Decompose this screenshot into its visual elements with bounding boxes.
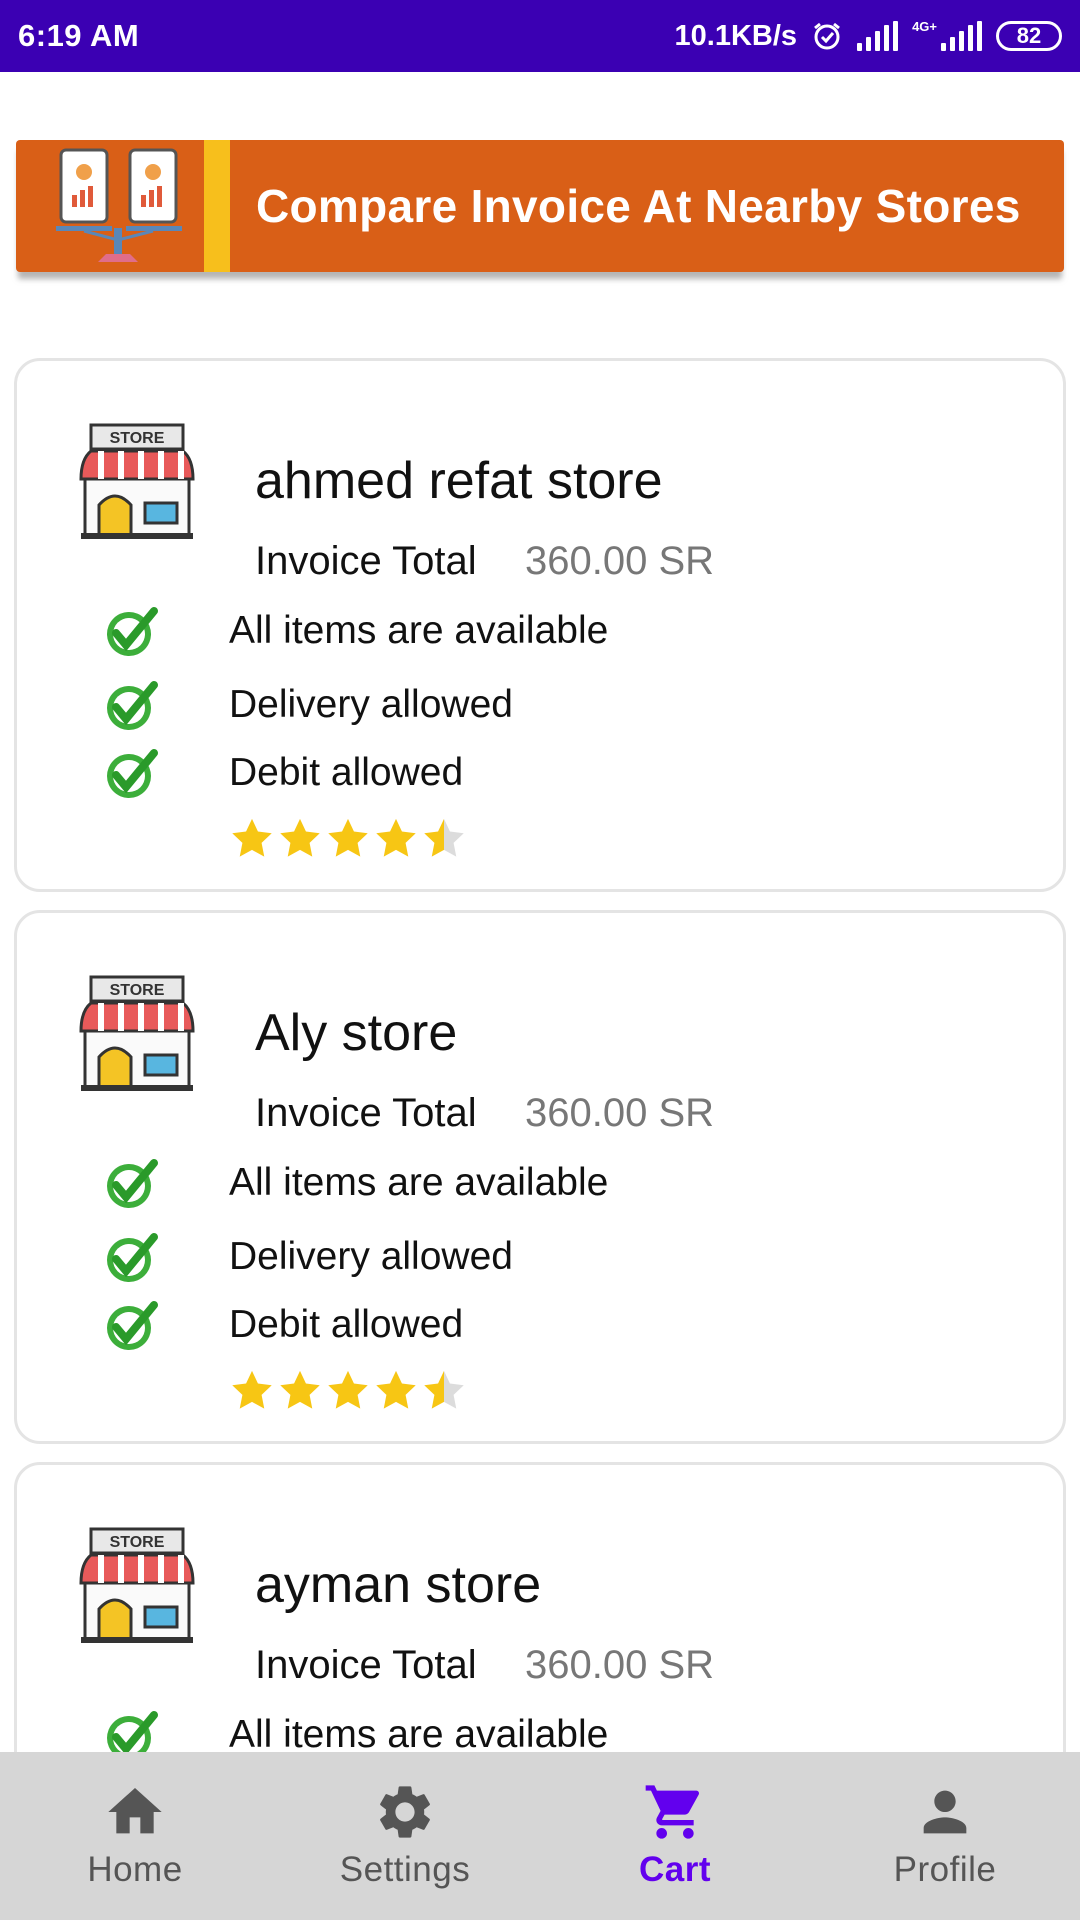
- nav-label: Home: [87, 1850, 183, 1889]
- store-logo-label: STORE: [110, 1534, 165, 1551]
- alarm-icon: [814, 22, 840, 50]
- feature-label: All items are available: [229, 1161, 609, 1204]
- feature-row: All items are available: [102, 1153, 608, 1213]
- compare-banner[interactable]: Compare Invoice At Nearby Stores: [16, 140, 1064, 272]
- invoice-total-value: 360.00 SR: [525, 539, 715, 583]
- nav-label: Settings: [339, 1850, 471, 1889]
- star-icon: [328, 818, 368, 857]
- signal-icon-2: [941, 21, 982, 51]
- feature-label: Delivery allowed: [229, 683, 513, 726]
- star-icon: [328, 1370, 368, 1409]
- feature-label: Debit allowed: [229, 1303, 464, 1346]
- home-icon: [108, 1788, 162, 1834]
- cart-icon: [645, 1785, 700, 1839]
- check-icon: [107, 749, 158, 798]
- feature-row: All items are available: [102, 601, 608, 661]
- nav-label: Profile: [893, 1850, 997, 1889]
- feature-row: Delivery allowed: [102, 1227, 513, 1287]
- compare-scale-icon: [16, 140, 204, 272]
- status-time: 6:19 AM: [18, 18, 140, 53]
- star-icon: [280, 818, 320, 857]
- feature-label: All items are available: [229, 1713, 609, 1756]
- invoice-total-value: 360.00 SR: [525, 1091, 715, 1135]
- check-icon: [107, 1233, 158, 1282]
- nav-settings[interactable]: Settings: [270, 1752, 540, 1920]
- check-icon: [107, 1159, 158, 1208]
- gear-icon: [380, 1786, 430, 1838]
- nav-cart[interactable]: Cart: [540, 1752, 810, 1920]
- nav-home[interactable]: Home: [0, 1752, 270, 1920]
- battery-level: 82: [1016, 23, 1042, 48]
- check-icon: [107, 681, 158, 730]
- person-icon: [923, 1790, 967, 1834]
- check-icon: [107, 1301, 158, 1350]
- store-logo-label: STORE: [110, 982, 165, 999]
- status-bar: 6:19 AM 10.1KB/s 4G+ 82: [0, 0, 1080, 72]
- star-icon: [424, 818, 464, 857]
- feature-label: Debit allowed: [229, 751, 464, 794]
- store-icon: STORE: [79, 1527, 195, 1643]
- check-icon: [107, 607, 158, 656]
- star-rating: [229, 816, 467, 862]
- star-icon: [232, 1370, 272, 1409]
- star-icon: [232, 818, 272, 857]
- star-icon: [376, 1370, 416, 1409]
- store-name: ayman store: [255, 1556, 542, 1614]
- star-rating: [229, 1368, 467, 1414]
- feature-label: All items are available: [229, 609, 609, 652]
- store-card[interactable]: STORE Aly store Invoice Total 360.00 SR …: [14, 910, 1066, 1444]
- store-icon: STORE: [79, 975, 195, 1091]
- invoice-total-label: Invoice Total: [255, 539, 477, 583]
- store-name: ahmed refat store: [255, 452, 663, 510]
- feature-row: Debit allowed: [102, 743, 463, 803]
- store-icon: STORE: [79, 423, 195, 539]
- banner-stripe: [204, 140, 230, 272]
- battery-icon: 82: [996, 21, 1062, 51]
- bottom-nav: Home Settings Cart Profile: [0, 1752, 1080, 1920]
- feature-row: Delivery allowed: [102, 675, 513, 735]
- banner-title: Compare Invoice At Nearby Stores: [256, 180, 1021, 232]
- network-speed: 10.1KB/s: [674, 19, 798, 52]
- star-icon: [424, 1370, 464, 1409]
- store-name: Aly store: [255, 1004, 458, 1062]
- nav-label: Cart: [638, 1850, 712, 1889]
- signal-icon: [857, 21, 899, 51]
- invoice-total-label: Invoice Total: [255, 1091, 477, 1135]
- status-indicators: 10.1KB/s 4G+ 82: [675, 20, 1062, 53]
- star-icon: [376, 818, 416, 857]
- star-icon: [280, 1370, 320, 1409]
- invoice-total-label: Invoice Total: [255, 1643, 477, 1687]
- network-type: 4G+: [912, 18, 937, 34]
- feature-row: Debit allowed: [102, 1295, 463, 1355]
- store-logo-label: STORE: [110, 430, 165, 447]
- invoice-total-value: 360.00 SR: [525, 1643, 715, 1687]
- nav-profile[interactable]: Profile: [810, 1752, 1080, 1920]
- store-card[interactable]: STORE ahmed refat store Invoice Total 36…: [14, 358, 1066, 892]
- feature-label: Delivery allowed: [229, 1235, 513, 1278]
